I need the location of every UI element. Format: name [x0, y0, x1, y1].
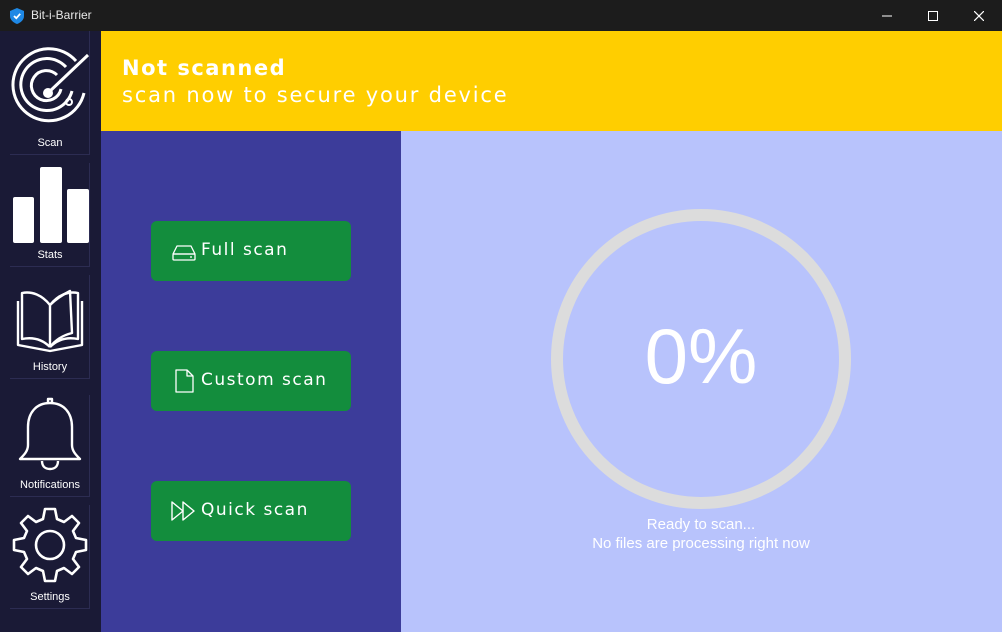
- banner-subtitle: scan now to secure your device: [122, 83, 509, 107]
- status-detail-text: No files are processing right now: [592, 535, 810, 552]
- sidebar-item-label: Stats: [37, 249, 63, 261]
- sidebar-item-scan[interactable]: Scan: [10, 31, 90, 155]
- maximize-icon: [928, 10, 938, 21]
- custom-scan-label: Custom scan: [201, 370, 328, 390]
- shield-icon: [10, 8, 24, 24]
- sidebar-item-notifications[interactable]: Notifications: [10, 395, 90, 497]
- close-icon: [974, 10, 984, 21]
- sidebar-item-stats[interactable]: Stats: [10, 163, 90, 267]
- bar-chart-icon: [13, 167, 89, 243]
- fast-forward-icon: [171, 501, 195, 521]
- bell-icon: [18, 397, 82, 471]
- window-title: Bit-i-Barrier: [31, 8, 92, 22]
- sidebar-item-label: Settings: [30, 591, 70, 603]
- full-scan-button[interactable]: Full scan: [151, 221, 351, 281]
- scan-progress-panel: 0% Ready to scan... No files are process…: [401, 131, 1002, 632]
- status-banner: Not scanned scan now to secure your devi…: [101, 31, 1002, 131]
- scan-actions-panel: Full scan Custom scan Quick scan: [101, 131, 401, 632]
- gear-icon: [12, 507, 88, 583]
- minimize-button[interactable]: [864, 0, 910, 31]
- hard-drive-icon: [172, 245, 196, 261]
- sidebar-item-label: Scan: [37, 137, 63, 149]
- progress-percent: 0%: [644, 312, 758, 400]
- sidebar-item-label: History: [32, 361, 68, 373]
- quick-scan-label: Quick scan: [201, 500, 309, 520]
- file-icon: [175, 369, 194, 393]
- full-scan-label: Full scan: [201, 240, 289, 260]
- custom-scan-button[interactable]: Custom scan: [151, 351, 351, 411]
- sidebar-item-label: Notifications: [20, 479, 80, 491]
- minimize-icon: [882, 15, 892, 16]
- sidebar: Scan Stats History Notifications Setting…: [0, 31, 101, 632]
- maximize-button[interactable]: [910, 0, 956, 31]
- close-button[interactable]: [956, 0, 1002, 31]
- status-text: Ready to scan...: [646, 516, 756, 533]
- title-bar: Bit-i-Barrier: [0, 0, 1002, 31]
- quick-scan-button[interactable]: Quick scan: [151, 481, 351, 541]
- sidebar-item-settings[interactable]: Settings: [10, 505, 90, 609]
- banner-title: Not scanned: [122, 56, 287, 80]
- sidebar-item-history[interactable]: History: [10, 275, 90, 379]
- book-icon: [16, 289, 84, 353]
- radar-icon: [11, 47, 90, 123]
